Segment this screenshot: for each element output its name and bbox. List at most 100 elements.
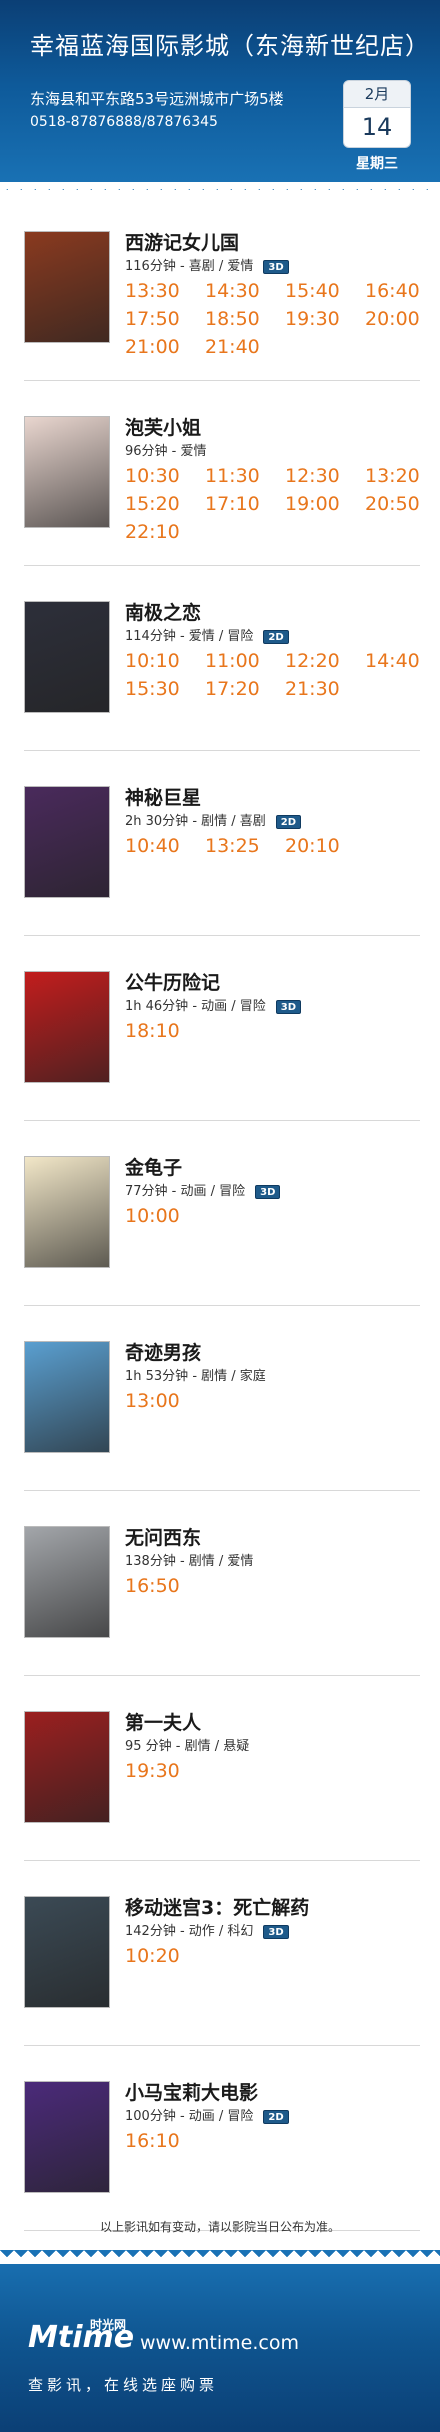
format-badge: 3D bbox=[255, 1184, 281, 1199]
movie-meta-text: 2h 30分钟 - 剧情 / 喜剧 bbox=[125, 814, 266, 829]
showtime[interactable]: 21:30 bbox=[285, 678, 365, 700]
mtime-logo-cn: 时光网 bbox=[90, 2318, 127, 2332]
showtime[interactable]: 10:20 bbox=[125, 1945, 205, 1967]
movie-poster[interactable] bbox=[24, 1711, 110, 1823]
format-badge: 2D bbox=[263, 629, 289, 644]
movie-meta-text: 138分钟 - 剧情 / 爱情 bbox=[125, 1554, 254, 1569]
showtime[interactable]: 16:40 bbox=[365, 280, 440, 302]
disclaimer-note: 以上影讯如有变动，请以影院当日公布为准。 bbox=[99, 2220, 340, 2234]
showtime[interactable]: 15:20 bbox=[125, 493, 205, 515]
showtimes: 13:00 bbox=[125, 1390, 425, 1412]
movie-title[interactable]: 无问西东 bbox=[125, 1523, 201, 1550]
showtime[interactable]: 10:30 bbox=[125, 465, 205, 487]
movie-item[interactable]: 金龟子 77分钟 - 动画 / 冒险 3D 10:00 bbox=[24, 1121, 420, 1306]
showtime[interactable]: 17:10 bbox=[205, 493, 285, 515]
showtime[interactable]: 13:30 bbox=[125, 280, 205, 302]
movie-title[interactable]: 移动迷宫3：死亡解药 bbox=[125, 1893, 309, 1920]
showtime[interactable]: 12:20 bbox=[285, 650, 365, 672]
showtime[interactable]: 13:20 bbox=[365, 465, 440, 487]
movie-poster[interactable] bbox=[24, 2081, 110, 2193]
showtime[interactable]: 11:30 bbox=[205, 465, 285, 487]
movie-title[interactable]: 小马宝莉大电影 bbox=[125, 2078, 258, 2105]
showtimes: 10:40 13:25 20:10 bbox=[125, 835, 425, 857]
showtime[interactable]: 19:30 bbox=[125, 1760, 205, 1782]
cinema-phone: 0518-87876888/87876345 bbox=[30, 114, 218, 130]
showtime[interactable]: 19:00 bbox=[285, 493, 365, 515]
movie-item[interactable]: 西游记女儿国 116分钟 - 喜剧 / 爱情 3D 13:30 14:30 15:40 16… bbox=[24, 196, 420, 381]
showtime[interactable]: 16:50 bbox=[125, 1575, 205, 1597]
footer-slogan: 查影讯，在线选座购票 bbox=[28, 2376, 219, 2394]
movie-meta: 142分钟 - 动作 / 科幻 3D bbox=[125, 1920, 289, 1939]
showtime[interactable]: 18:50 bbox=[205, 308, 285, 330]
movie-title[interactable]: 公牛历险记 bbox=[125, 968, 220, 995]
showtime[interactable]: 18:10 bbox=[125, 1020, 205, 1042]
showtime[interactable]: 14:30 bbox=[205, 280, 285, 302]
showtimes: 10:20 bbox=[125, 1945, 425, 1967]
showtime[interactable]: 17:20 bbox=[205, 678, 285, 700]
movie-meta: 95 分钟 - 剧情 / 悬疑 bbox=[125, 1735, 249, 1754]
movie-title[interactable]: 神秘巨星 bbox=[125, 783, 201, 810]
showtime[interactable]: 14:40 bbox=[365, 650, 440, 672]
showtime[interactable]: 12:30 bbox=[285, 465, 365, 487]
movie-poster[interactable] bbox=[24, 231, 110, 343]
cinema-address: 东海县和平东路53号远洲城市广场5楼 bbox=[30, 90, 284, 108]
showtime[interactable]: 16:10 bbox=[125, 2130, 205, 2152]
showtime[interactable]: 15:40 bbox=[285, 280, 365, 302]
movie-item[interactable]: 公牛历险记 1h 46分钟 - 动画 / 冒险 3D 18:10 bbox=[24, 936, 420, 1121]
movie-item[interactable]: 移动迷宫3：死亡解药 142分钟 - 动作 / 科幻 3D 10:20 bbox=[24, 1861, 420, 2046]
movie-poster[interactable] bbox=[24, 1526, 110, 1638]
showtime[interactable]: 10:40 bbox=[125, 835, 205, 857]
movie-meta: 77分钟 - 动画 / 冒险 3D bbox=[125, 1180, 281, 1199]
movie-meta-text: 95 分钟 - 剧情 / 悬疑 bbox=[125, 1739, 250, 1754]
header-zigzag-divider bbox=[0, 182, 440, 196]
movie-meta-text: 114分钟 - 爱情 / 冒险 bbox=[125, 629, 254, 644]
showtime[interactable]: 10:00 bbox=[125, 1205, 205, 1227]
movie-item[interactable]: 第一夫人 95 分钟 - 剧情 / 悬疑 19:30 bbox=[24, 1676, 420, 1861]
movie-poster[interactable] bbox=[24, 786, 110, 898]
showtimes: 10:30 11:30 12:30 13:20 15:20 17:10 19:00 20:50… bbox=[125, 465, 425, 543]
showtimes: 16:50 bbox=[125, 1575, 425, 1597]
showtime[interactable]: 22:10 bbox=[125, 521, 205, 543]
showtime[interactable]: 15:30 bbox=[125, 678, 205, 700]
movie-poster[interactable] bbox=[24, 601, 110, 713]
movie-meta-text: 1h 46分钟 - 动画 / 冒险 bbox=[125, 999, 266, 1014]
movie-item[interactable]: 泡芙小姐 96分钟 - 爱情 10:30 11:30 12:30 13:20 15:20 17… bbox=[24, 381, 420, 566]
movie-item[interactable]: 神秘巨星 2h 30分钟 - 剧情 / 喜剧 2D 10:40 13:25 20:10 bbox=[24, 751, 420, 936]
movie-title[interactable]: 奇迹男孩 bbox=[125, 1338, 201, 1365]
movie-meta-text: 77分钟 - 动画 / 冒险 bbox=[125, 1184, 246, 1199]
movie-title[interactable]: 第一夫人 bbox=[125, 1708, 201, 1735]
showtime[interactable]: 20:10 bbox=[285, 835, 365, 857]
showtime[interactable]: 20:00 bbox=[365, 308, 440, 330]
date-month: 2月 bbox=[343, 80, 411, 108]
showtime[interactable]: 13:25 bbox=[205, 835, 285, 857]
movie-poster[interactable] bbox=[24, 416, 110, 528]
movie-poster[interactable] bbox=[24, 1896, 110, 2008]
movie-item[interactable]: 无问西东 138分钟 - 剧情 / 爱情 16:50 bbox=[24, 1491, 420, 1676]
showtime[interactable]: 13:00 bbox=[125, 1390, 205, 1412]
movie-item[interactable]: 小马宝莉大电影 100分钟 - 动画 / 冒险 2D 16:10 bbox=[24, 2046, 420, 2231]
format-badge: 2D bbox=[275, 814, 302, 829]
movie-title[interactable]: 金龟子 bbox=[125, 1153, 182, 1180]
movie-poster[interactable] bbox=[24, 1341, 110, 1453]
showtime[interactable]: 21:40 bbox=[205, 336, 285, 358]
showtime[interactable]: 19:30 bbox=[285, 308, 365, 330]
movie-title[interactable]: 西游记女儿国 bbox=[125, 228, 239, 255]
showtime[interactable]: 21:00 bbox=[125, 336, 205, 358]
showtime[interactable]: 11:00 bbox=[205, 650, 285, 672]
movie-item[interactable]: 南极之恋 114分钟 - 爱情 / 冒险 2D 10:10 11:00 12:20 14:4… bbox=[24, 566, 420, 751]
movie-meta-text: 96分钟 - 爱情 bbox=[125, 444, 207, 459]
movie-meta: 1h 53分钟 - 剧情 / 家庭 bbox=[125, 1365, 266, 1384]
movie-poster[interactable] bbox=[24, 971, 110, 1083]
movie-meta: 114分钟 - 爱情 / 冒险 2D bbox=[125, 625, 289, 644]
movie-title[interactable]: 南极之恋 bbox=[125, 598, 201, 625]
movie-item[interactable]: 奇迹男孩 1h 53分钟 - 剧情 / 家庭 13:00 bbox=[24, 1306, 420, 1491]
showtime[interactable]: 10:10 bbox=[125, 650, 205, 672]
movie-title[interactable]: 泡芙小姐 bbox=[125, 413, 201, 440]
movie-meta-text: 1h 53分钟 - 剧情 / 家庭 bbox=[125, 1369, 266, 1384]
showtime[interactable]: 20:50 bbox=[365, 493, 440, 515]
site-url-link[interactable]: www.mtime.com bbox=[140, 2332, 299, 2354]
format-badge: 3D bbox=[275, 999, 302, 1014]
cinema-name: 幸福蓝海国际影城（东海新世纪店） bbox=[30, 32, 430, 60]
showtime[interactable]: 17:50 bbox=[125, 308, 205, 330]
movie-poster[interactable] bbox=[24, 1156, 110, 1268]
